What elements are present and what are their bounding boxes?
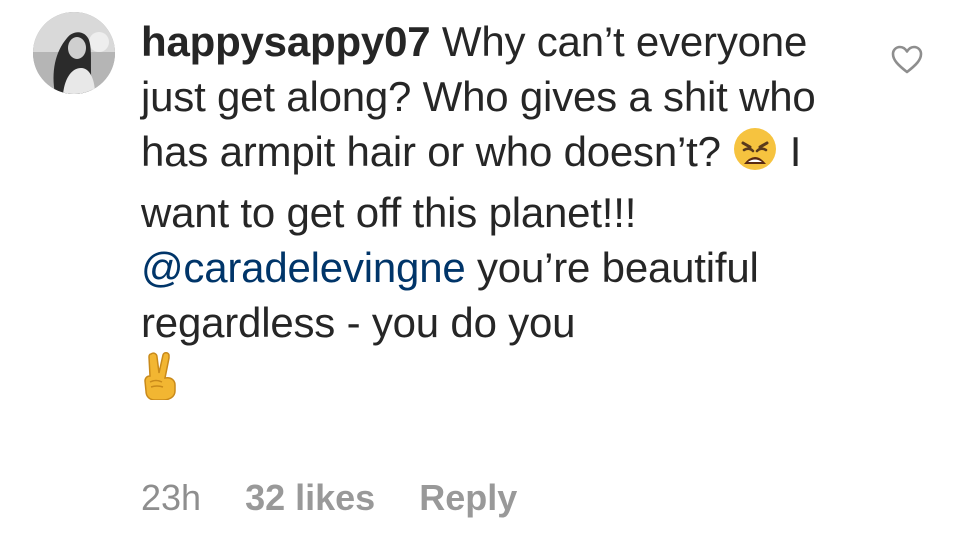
- comment-username[interactable]: happysappy07: [141, 18, 431, 65]
- mention-link[interactable]: @caradelevingne: [141, 244, 466, 291]
- victory-hand-emoji: [141, 350, 185, 413]
- comment: happysappy07 Why can’t everyone just get…: [0, 0, 980, 544]
- avatar[interactable]: [33, 12, 115, 94]
- comment-body: happysappy07 Why can’t everyone just get…: [141, 14, 861, 413]
- weary-face-emoji: [732, 126, 778, 185]
- reply-button[interactable]: Reply: [419, 476, 517, 520]
- comment-meta: 23h 32 likes Reply: [141, 476, 517, 520]
- heart-outline-icon[interactable]: [890, 44, 924, 76]
- likes-count[interactable]: 32 likes: [245, 476, 375, 520]
- comment-timestamp: 23h: [141, 477, 202, 518]
- avatar-photo: [33, 12, 115, 94]
